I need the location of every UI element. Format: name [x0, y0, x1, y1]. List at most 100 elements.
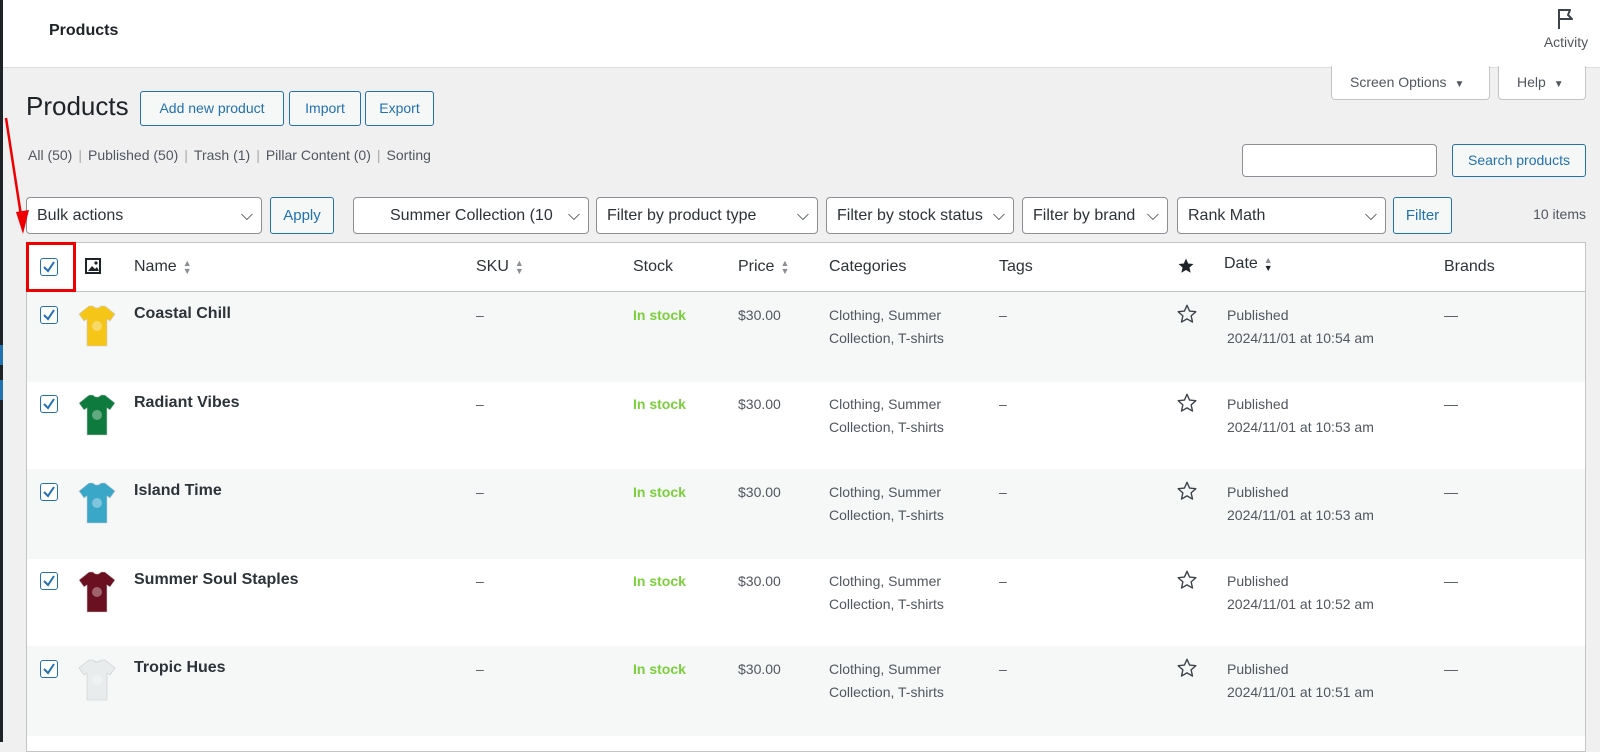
categories-line-1[interactable]: Clothing, Summer	[829, 658, 944, 681]
featured-toggle-star-icon[interactable]	[1176, 657, 1198, 682]
search-input[interactable]	[1242, 144, 1437, 177]
product-categories: Clothing, Summer Collection, T-shirts	[829, 393, 944, 439]
bulk-actions-value: Bulk actions	[37, 207, 124, 224]
product-name-link[interactable]: Coastal Chill	[134, 302, 231, 325]
product-sku: –	[476, 484, 484, 500]
categories-line-1[interactable]: Clothing, Summer	[829, 304, 944, 327]
filter-button[interactable]: Filter	[1393, 197, 1452, 234]
column-name[interactable]: Name ▲ ▼	[134, 258, 192, 276]
product-price: $30.00	[738, 573, 781, 589]
help-button[interactable]: Help ▼	[1498, 66, 1586, 100]
product-thumbnail[interactable]	[77, 568, 117, 617]
product-name-link[interactable]: Tropic Hues	[134, 656, 226, 679]
categories-line-2[interactable]: Collection, T-shirts	[829, 504, 944, 527]
product-name-link[interactable]: Summer Soul Staples	[134, 568, 299, 591]
chevron-down-icon: ⌵	[240, 207, 253, 224]
row-checkbox[interactable]	[40, 660, 58, 678]
stock-status: In stock	[633, 661, 686, 677]
checkmark-icon	[43, 261, 55, 273]
checkmark-icon	[43, 309, 55, 321]
import-button[interactable]: Import	[289, 91, 361, 126]
add-new-product-button[interactable]: Add new product	[140, 91, 284, 126]
brand-value: Filter by brand	[1033, 207, 1136, 224]
column-date-label: Date	[1224, 255, 1258, 272]
table-row: Island Time – In stock $30.00 Clothing, …	[27, 469, 1585, 559]
view-published-link[interactable]: Published (50)	[88, 147, 178, 163]
category-filter-select[interactable]: Summer Collection (10 ⌵	[353, 197, 589, 234]
separator: |	[78, 147, 82, 163]
stock-status-select[interactable]: Filter by stock status ⌵	[826, 197, 1014, 234]
publish-date: 2024/11/01 at 10:53 am	[1227, 419, 1374, 435]
publish-status: Published	[1227, 307, 1289, 323]
product-date: Published 2024/11/01 at 10:52 am	[1227, 570, 1374, 616]
categories-line-1[interactable]: Clothing, Summer	[829, 481, 944, 504]
column-sku[interactable]: SKU ▲ ▼	[476, 258, 524, 276]
stock-status: In stock	[633, 484, 686, 500]
row-checkbox[interactable]	[40, 572, 58, 590]
screen-options-button[interactable]: Screen Options ▼	[1331, 66, 1490, 100]
export-button[interactable]: Export	[365, 91, 434, 126]
checkmark-icon	[43, 575, 55, 587]
categories-line-1[interactable]: Clothing, Summer	[829, 570, 944, 593]
featured-star-icon[interactable]	[1177, 257, 1195, 280]
publish-status: Published	[1227, 484, 1289, 500]
publish-status: Published	[1227, 661, 1289, 677]
featured-toggle-star-icon[interactable]	[1176, 569, 1198, 594]
column-date[interactable]: Date ▲ ▼	[1224, 255, 1273, 273]
product-brands: —	[1444, 307, 1458, 323]
product-name-link[interactable]: Radiant Vibes	[134, 391, 240, 414]
row-checkbox[interactable]	[40, 395, 58, 413]
brand-select[interactable]: Filter by brand ⌵	[1022, 197, 1168, 234]
apply-button[interactable]: Apply	[270, 197, 334, 234]
featured-toggle-star-icon[interactable]	[1176, 392, 1198, 417]
column-name-label: Name	[134, 258, 177, 275]
view-all-link[interactable]: All (50)	[28, 147, 72, 163]
featured-toggle-star-icon[interactable]	[1176, 480, 1198, 505]
column-sku-label: SKU	[476, 258, 509, 275]
product-type-select[interactable]: Filter by product type ⌵	[596, 197, 818, 234]
categories-line-2[interactable]: Collection, T-shirts	[829, 416, 944, 439]
product-price: $30.00	[738, 484, 781, 500]
publish-date: 2024/11/01 at 10:53 am	[1227, 507, 1374, 523]
publish-date: 2024/11/01 at 10:52 am	[1227, 596, 1374, 612]
status-views: All (50) | Published (50) | Trash (1) | Pillar…	[28, 147, 431, 163]
categories-line-2[interactable]: Collection, T-shirts	[829, 327, 944, 350]
product-categories: Clothing, Summer Collection, T-shirts	[829, 570, 944, 616]
sort-icon: ▲ ▼	[780, 257, 790, 276]
product-thumbnail[interactable]	[77, 302, 117, 351]
top-header: Products Activity	[3, 0, 1600, 67]
product-date: Published 2024/11/01 at 10:51 am	[1227, 658, 1374, 704]
product-tags: –	[999, 307, 1007, 323]
view-trash-link[interactable]: Trash (1)	[194, 147, 250, 163]
product-name-link[interactable]: Island Time	[134, 479, 222, 502]
activity-button[interactable]: Activity	[1538, 6, 1594, 50]
product-thumbnail[interactable]	[77, 391, 117, 440]
view-pillar-content-link[interactable]: Pillar Content (0)	[266, 147, 371, 163]
chevron-down-icon: ⌵	[989, 198, 1005, 233]
seo-filter-select[interactable]: Rank Math ⌵	[1177, 197, 1386, 234]
categories-line-2[interactable]: Collection, T-shirts	[829, 593, 944, 616]
bulk-actions-select[interactable]: Bulk actions ⌵	[26, 197, 262, 234]
column-tags: Tags	[999, 258, 1033, 275]
row-checkbox[interactable]	[40, 483, 58, 501]
table-row: Coastal Chill – In stock $30.00 Clothing…	[27, 292, 1585, 382]
select-all-checkbox[interactable]	[40, 258, 58, 276]
row-checkbox[interactable]	[40, 306, 58, 324]
table-row: Summer Soul Staples – In stock $30.00 Cl…	[27, 558, 1585, 648]
sort-icon: ▲ ▼	[1263, 254, 1273, 273]
search-products-button[interactable]: Search products	[1452, 144, 1586, 177]
product-thumbnail[interactable]	[77, 479, 117, 528]
checkmark-icon	[43, 663, 55, 675]
categories-line-1[interactable]: Clothing, Summer	[829, 393, 944, 416]
product-price: $30.00	[738, 396, 781, 412]
categories-line-2[interactable]: Collection, T-shirts	[829, 681, 944, 704]
column-price[interactable]: Price ▲ ▼	[738, 258, 789, 276]
column-stock: Stock	[633, 258, 674, 275]
product-thumbnail[interactable]	[77, 656, 117, 705]
product-price: $30.00	[738, 307, 781, 323]
checkmark-icon	[43, 486, 55, 498]
view-sorting-link[interactable]: Sorting	[387, 147, 431, 163]
featured-toggle-star-icon[interactable]	[1176, 303, 1198, 328]
separator: |	[376, 147, 381, 163]
product-brands: —	[1444, 396, 1458, 412]
